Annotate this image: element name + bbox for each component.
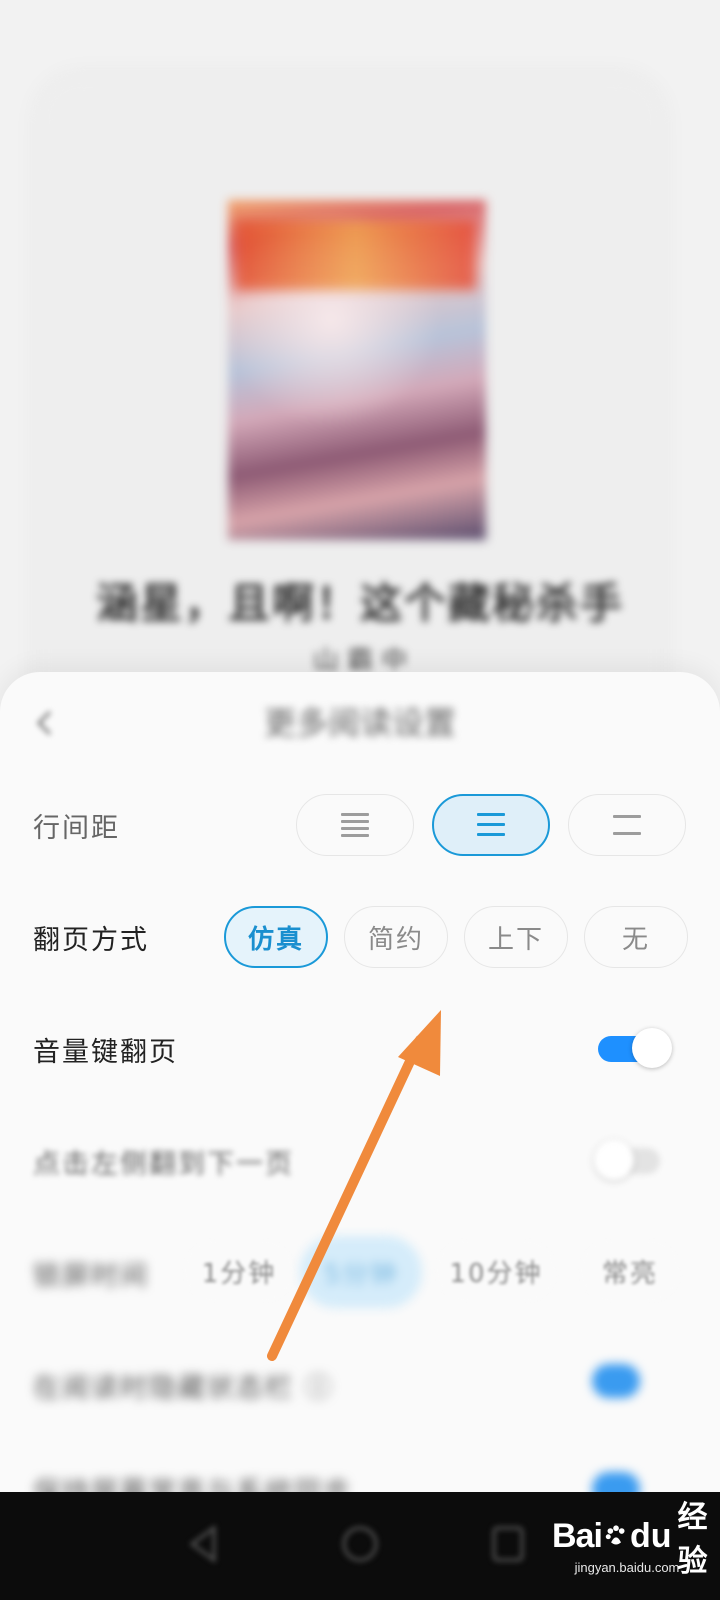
page-turn-option-simulation[interactable]: 仿真 <box>224 906 328 968</box>
nav-home-icon[interactable] <box>340 1524 380 1564</box>
reading-settings-sheet: 更多阅读设置 行间距 翻页方式 仿真 简约 上下 无 音量键翻页 点击左侧翻到下… <box>0 672 720 1510</box>
watermark-url: jingyan.baidu.com <box>574 1560 680 1575</box>
line-spacing-medium-option[interactable] <box>432 794 550 856</box>
auto-lock-option-1[interactable]: 1分钟 <box>184 1240 294 1302</box>
volume-key-toggle[interactable] <box>598 1024 672 1068</box>
page-turn-label: 翻页方式 <box>33 925 149 956</box>
page-turn-option-vertical[interactable]: 上下 <box>464 906 568 968</box>
auto-lock-option-5[interactable]: 5分钟 <box>300 1236 422 1308</box>
book-background: 涵星，且啊！这个藏秘杀手 山 霸 中 <box>0 0 720 718</box>
page-turn-option-simple[interactable]: 简约 <box>344 906 448 968</box>
hide-status-bar-toggle[interactable] <box>592 1364 640 1398</box>
watermark-brand-mid: du <box>629 1516 672 1555</box>
watermark-brand-left: Bai <box>552 1516 603 1555</box>
nav-back-icon[interactable] <box>186 1524 222 1564</box>
sheet-header: 更多阅读设置 <box>0 672 720 772</box>
cover-title-band <box>236 220 476 290</box>
volume-key-label: 音量键翻页 <box>33 1037 178 1068</box>
paw-icon <box>605 1525 625 1545</box>
nav-recents-icon[interactable] <box>490 1524 526 1564</box>
tap-left-toggle[interactable] <box>594 1136 672 1180</box>
line-spacing-dense-option[interactable] <box>296 794 414 856</box>
tap-left-label: 点击左侧翻到下一页 <box>33 1149 294 1180</box>
auto-lock-option-10[interactable]: 10分钟 <box>436 1240 556 1302</box>
line-spacing-loose-option[interactable] <box>568 794 686 856</box>
page-turn-option-none[interactable]: 无 <box>584 906 688 968</box>
auto-lock-label: 锁屏时间 <box>33 1261 149 1292</box>
lines-dense-icon <box>341 813 369 837</box>
lines-loose-icon <box>613 813 641 837</box>
line-spacing-label: 行间距 <box>33 813 120 844</box>
sheet-title: 更多阅读设置 <box>263 704 456 742</box>
baidu-jingyan-watermark: Bai du 经验 jingyan.baidu.com <box>552 1501 720 1578</box>
lines-medium-icon <box>477 813 505 837</box>
hide-status-bar-label: 在阅读时隐藏状态栏 ⓘ <box>33 1373 334 1404</box>
book-title: 涵星，且啊！这个藏秘杀手 <box>95 579 624 628</box>
auto-lock-option-always[interactable]: 常亮 <box>580 1240 680 1302</box>
